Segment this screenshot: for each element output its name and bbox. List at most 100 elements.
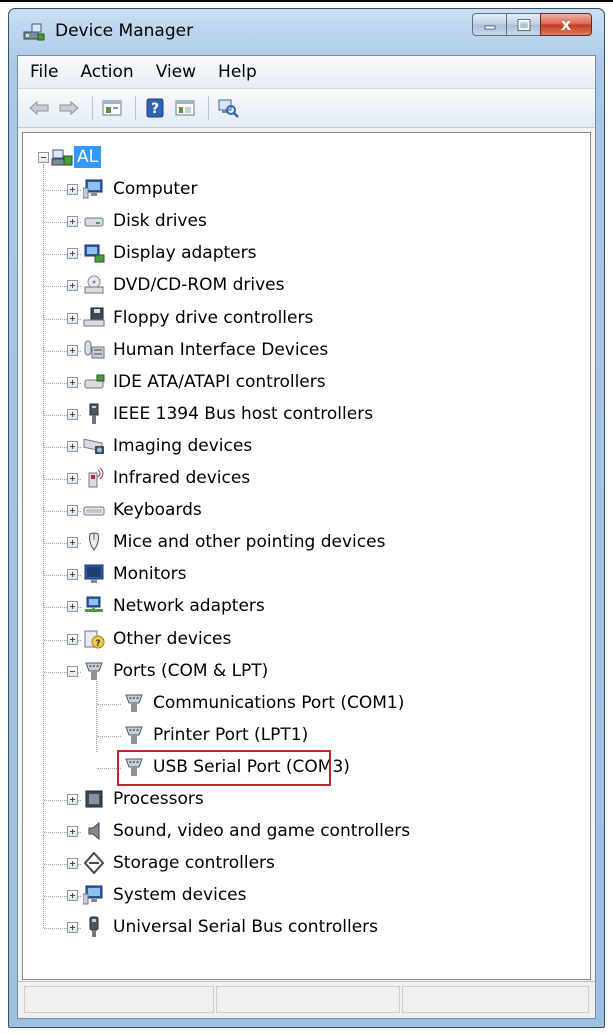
view-icon bbox=[175, 100, 195, 116]
expand-toggle[interactable] bbox=[67, 408, 78, 420]
computer-icon bbox=[83, 179, 103, 199]
help-icon: ? bbox=[146, 98, 164, 118]
expand-toggle[interactable] bbox=[67, 344, 78, 356]
category-node-computer[interactable]: Computer bbox=[83, 174, 201, 204]
category-label: Human Interface Devices bbox=[113, 339, 329, 360]
expand-toggle[interactable] bbox=[67, 601, 78, 613]
category-node-processor[interactable]: Processors bbox=[83, 784, 207, 814]
category-node-storage-controller[interactable]: Storage controllers bbox=[83, 848, 278, 878]
help-button[interactable]: ? bbox=[142, 95, 168, 121]
menu-action[interactable]: Action bbox=[69, 62, 144, 82]
expand-toggle[interactable] bbox=[67, 280, 78, 292]
close-button[interactable]: x bbox=[540, 13, 592, 36]
menu-help[interactable]: Help bbox=[207, 62, 268, 82]
category-node-other-device[interactable]: ? Other devices bbox=[83, 624, 234, 654]
root-computer-icon bbox=[51, 149, 73, 166]
device-tree[interactable]: AL Computer Disk drives Display adapters DVD… bbox=[22, 132, 591, 980]
top-rule bbox=[0, 0, 613, 2]
status-bar bbox=[18, 981, 595, 1018]
category-label: Mice and other pointing devices bbox=[113, 532, 386, 553]
expand-toggle[interactable] bbox=[67, 216, 78, 228]
category-node-imaging-device[interactable]: Imaging devices bbox=[83, 431, 255, 461]
expand-toggle[interactable] bbox=[67, 922, 78, 934]
category-node-system-device[interactable]: System devices bbox=[83, 880, 250, 910]
back-icon bbox=[29, 100, 49, 116]
view-button[interactable] bbox=[172, 95, 198, 121]
category-label: Disk drives bbox=[113, 211, 207, 232]
expand-toggle[interactable] bbox=[67, 569, 78, 581]
category-node-dvd-drive[interactable]: DVD/CD-ROM drives bbox=[83, 270, 287, 300]
display-adapter-icon bbox=[84, 244, 105, 263]
category-node-sound[interactable]: Sound, video and game controllers bbox=[83, 816, 413, 846]
infrared-icon bbox=[88, 467, 104, 488]
toolbar: ? bbox=[18, 89, 595, 128]
expand-toggle[interactable] bbox=[67, 537, 78, 549]
category-label: Universal Serial Bus controllers bbox=[113, 917, 379, 938]
category-node-display-adapter[interactable]: Display adapters bbox=[83, 238, 259, 268]
category-node-monitor[interactable]: Monitors bbox=[83, 559, 189, 589]
expand-toggle[interactable] bbox=[67, 376, 78, 388]
expand-toggle[interactable] bbox=[67, 794, 78, 806]
expand-toggle[interactable] bbox=[67, 184, 78, 196]
properties-button[interactable] bbox=[99, 95, 125, 121]
maximize-button[interactable] bbox=[506, 13, 540, 36]
storage-controller-icon bbox=[83, 852, 105, 875]
category-node-usb-controller[interactable]: Universal Serial Bus controllers bbox=[83, 912, 381, 942]
category-node-port[interactable]: Ports (COM & LPT) bbox=[83, 656, 271, 686]
tree-connector bbox=[43, 164, 44, 929]
device-manager-window: Device Manager x File Action View Help ?… bbox=[8, 8, 605, 1028]
expand-toggle[interactable] bbox=[67, 858, 78, 870]
expand-toggle[interactable] bbox=[67, 440, 78, 452]
tree-root-label: AL bbox=[74, 146, 102, 168]
tree-root-node[interactable]: AL bbox=[51, 142, 102, 172]
dvd-drive-icon bbox=[84, 275, 104, 294]
disk-drive-icon bbox=[84, 217, 104, 227]
category-label: Computer bbox=[113, 179, 198, 200]
caption-buttons: x bbox=[472, 13, 592, 36]
expand-toggle[interactable] bbox=[67, 312, 78, 324]
root-collapse-toggle[interactable] bbox=[38, 152, 49, 164]
tree-connector bbox=[97, 735, 121, 737]
category-node-ieee1394[interactable]: IEEE 1394 Bus host controllers bbox=[83, 399, 376, 429]
expand-toggle[interactable] bbox=[67, 473, 78, 485]
category-node-ide-controller[interactable]: IDE ATA/ATAPI controllers bbox=[83, 367, 329, 397]
category-node-disk-drive[interactable]: Disk drives bbox=[83, 206, 210, 236]
keyboard-icon bbox=[83, 506, 105, 516]
mouse-icon bbox=[89, 532, 99, 552]
category-node-mouse[interactable]: Mice and other pointing devices bbox=[83, 527, 388, 557]
client-area: File Action View Help ? AL Computer Disk… bbox=[17, 55, 596, 1019]
status-pane bbox=[24, 986, 214, 1013]
expand-toggle[interactable] bbox=[67, 633, 78, 645]
category-label: System devices bbox=[113, 885, 247, 906]
category-label: Infrared devices bbox=[113, 468, 251, 488]
expand-toggle[interactable] bbox=[67, 248, 78, 260]
expand-toggle[interactable] bbox=[67, 505, 78, 517]
category-node-floppy-controller[interactable]: Floppy drive controllers bbox=[83, 303, 316, 333]
title-bar[interactable]: Device Manager x bbox=[9, 9, 604, 55]
port-icon bbox=[125, 694, 143, 712]
menu-file[interactable]: File bbox=[18, 62, 69, 82]
category-node-hid[interactable]: Human Interface Devices bbox=[83, 335, 331, 365]
close-icon: x bbox=[560, 15, 572, 34]
category-node-infrared[interactable]: Infrared devices bbox=[83, 463, 253, 493]
hid-icon bbox=[84, 340, 105, 359]
minimize-button[interactable] bbox=[472, 13, 506, 36]
port-node[interactable]: Communications Port (COM1) bbox=[123, 688, 407, 718]
menu-view[interactable]: View bbox=[145, 62, 207, 82]
category-node-network-adapter[interactable]: Network adapters bbox=[83, 591, 268, 621]
category-label: DVD/CD-ROM drives bbox=[113, 275, 285, 296]
expand-toggle[interactable] bbox=[67, 826, 78, 838]
svg-text:?: ? bbox=[151, 101, 159, 117]
category-label: Ports (COM & LPT) bbox=[113, 660, 269, 681]
expand-toggle[interactable] bbox=[67, 890, 78, 902]
port-node[interactable]: Printer Port (LPT1) bbox=[123, 720, 311, 750]
menu-bar: File Action View Help bbox=[18, 56, 595, 89]
processor-icon bbox=[85, 790, 103, 808]
back-button[interactable] bbox=[26, 95, 52, 121]
sound-icon bbox=[88, 822, 100, 841]
collapse-toggle[interactable] bbox=[67, 665, 78, 677]
minimize-icon bbox=[484, 25, 495, 29]
scan-hardware-button[interactable] bbox=[215, 95, 241, 121]
forward-button[interactable] bbox=[56, 95, 82, 121]
category-node-keyboard[interactable]: Keyboards bbox=[83, 495, 205, 525]
